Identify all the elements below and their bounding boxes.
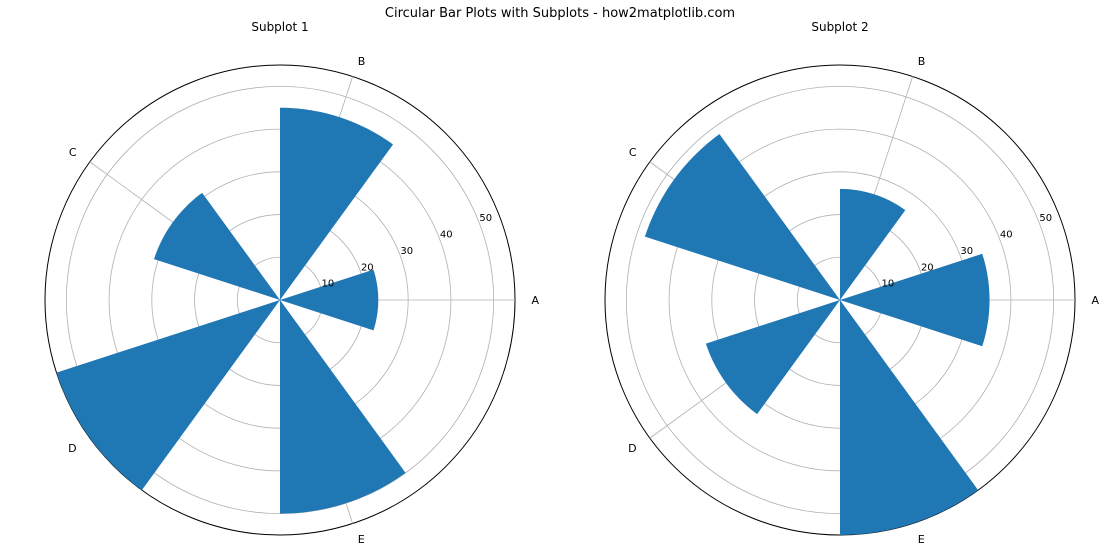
category-label-B: B <box>918 55 926 68</box>
category-label-D: D <box>628 442 636 455</box>
bar-C <box>154 193 280 300</box>
rtick-label: 10 <box>881 279 894 290</box>
polar-axes-2: 10 20 30 40 50 A B C D E <box>580 40 1100 560</box>
figure: Circular Bar Plots with Subplots - how2m… <box>0 0 1120 560</box>
subplot-1: Subplot 1 10 20 30 40 50 A B C D E <box>0 20 560 560</box>
bar-D <box>706 300 840 414</box>
rtick-label: 20 <box>921 262 934 273</box>
rtick-label: 40 <box>440 230 453 241</box>
category-label-A: A <box>1091 294 1099 307</box>
rtick-label: 50 <box>1039 213 1052 224</box>
subplot-2-title: Subplot 2 <box>560 20 1120 34</box>
rtick-label: 50 <box>479 213 492 224</box>
bar-E <box>280 300 406 514</box>
category-label-E: E <box>918 533 925 546</box>
figure-suptitle: Circular Bar Plots with Subplots - how2m… <box>0 6 1120 21</box>
subplot-1-title: Subplot 1 <box>0 20 560 34</box>
bar-C <box>645 134 840 300</box>
category-label-B: B <box>358 55 366 68</box>
bar-D <box>57 300 281 490</box>
category-label-A: A <box>531 294 539 307</box>
category-label-E: E <box>358 533 365 546</box>
polar-axes-1: 10 20 30 40 50 A B C D E <box>20 40 540 560</box>
category-label-C: C <box>69 146 77 159</box>
category-label-C: C <box>629 146 637 159</box>
category-label-D: D <box>68 442 76 455</box>
subplot-2: Subplot 2 10 20 30 40 50 A B C D E <box>560 20 1120 560</box>
rtick-label: 30 <box>400 246 413 257</box>
bar-B <box>280 108 393 300</box>
rtick-label: 20 <box>361 262 374 273</box>
rtick-label: 10 <box>321 279 334 290</box>
rtick-label: 40 <box>1000 230 1013 241</box>
rtick-label: 30 <box>960 246 973 257</box>
